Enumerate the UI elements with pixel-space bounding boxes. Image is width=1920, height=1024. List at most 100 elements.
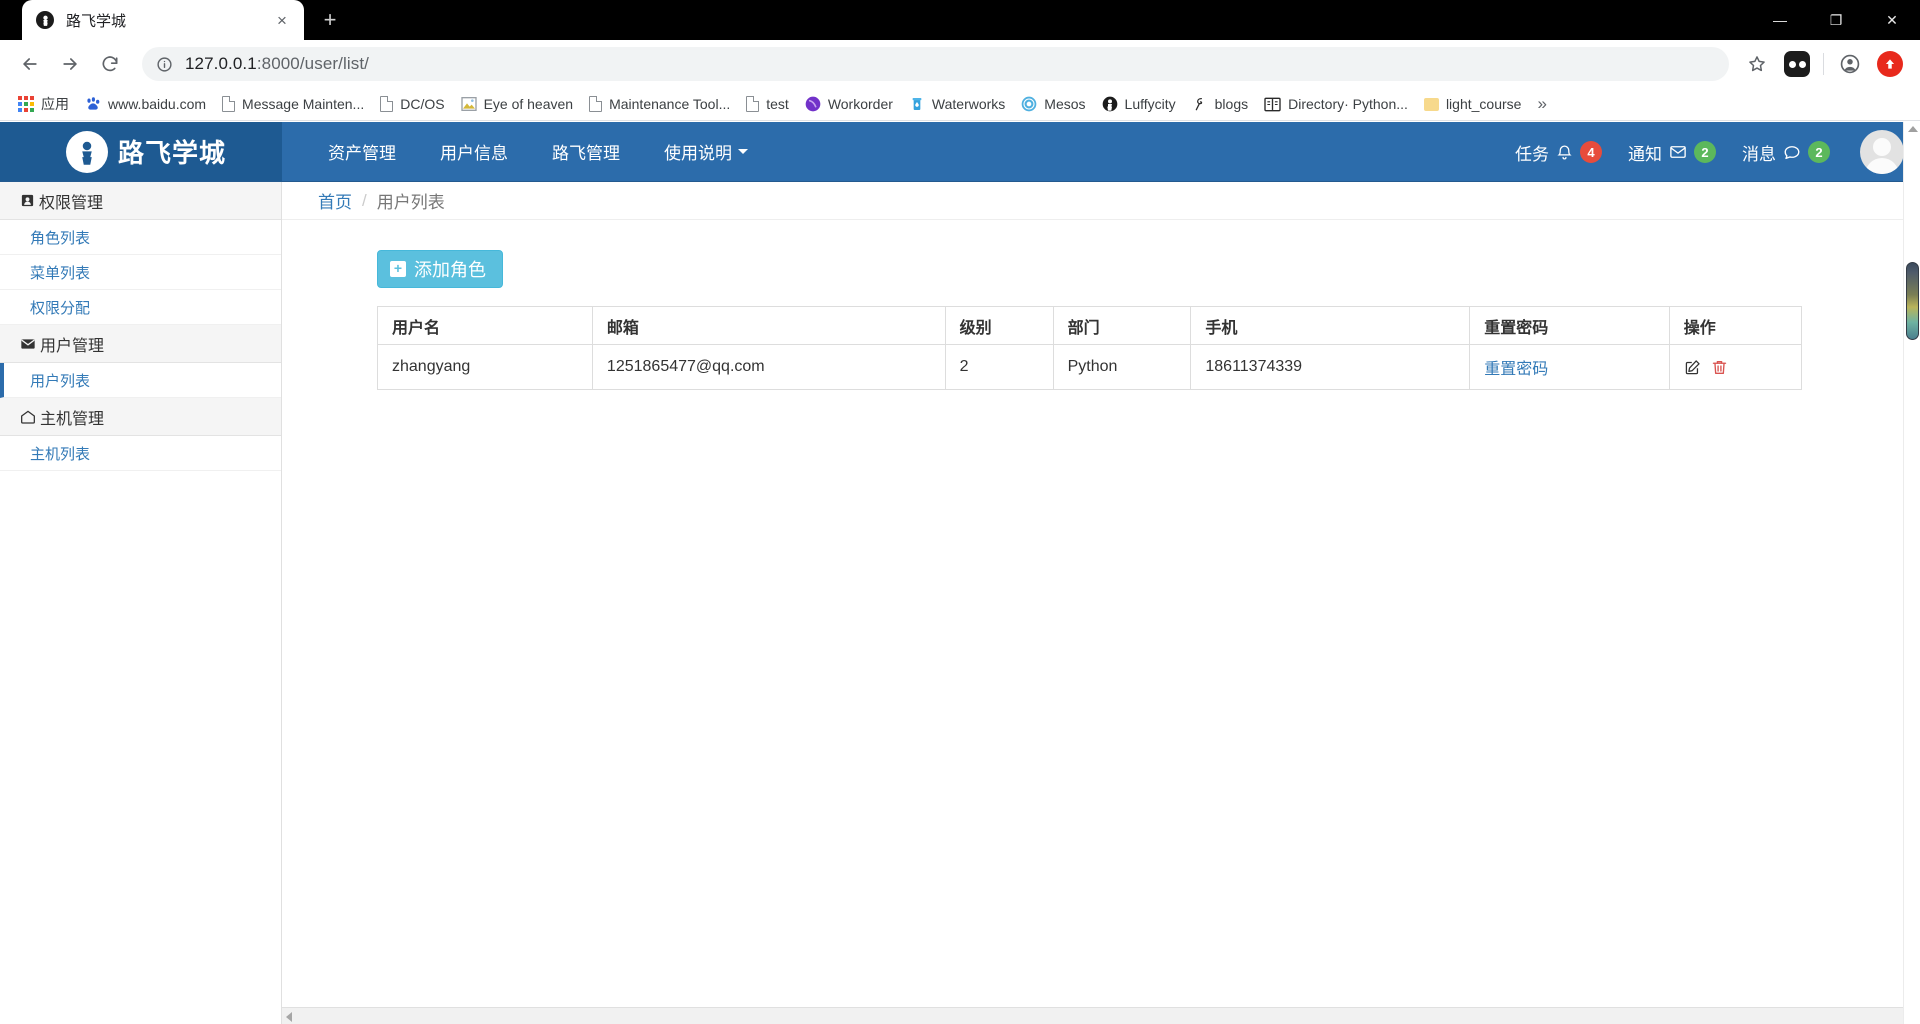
sidebar-group-title: 权限管理 [39, 194, 104, 212]
nav-link-luffy-manage[interactable]: 路飞管理 [530, 122, 642, 181]
profile-icon[interactable] [1830, 44, 1870, 84]
mesos-icon [1021, 96, 1037, 112]
page-body: 权限管理 角色列表 菜单列表 权限分配 用户管理 用户列表 主机管理 主机列表 … [0, 182, 1920, 1023]
breadcrumb-home[interactable]: 首页 [318, 188, 352, 213]
bookmark-label: Waterworks [931, 96, 1006, 112]
bookmark-light-course[interactable]: light_course [1416, 91, 1530, 117]
edit-icon[interactable] [1684, 359, 1701, 376]
bookmark-waterworks[interactable]: Waterworks [901, 91, 1013, 117]
bookmark-luffycity[interactable]: Luffycity [1094, 91, 1184, 117]
breadcrumb-separator: / [362, 190, 367, 210]
cell-level: 2 [944, 344, 1054, 390]
minimize-button[interactable]: — [1752, 0, 1808, 40]
nav-link-label: 使用说明 [664, 144, 732, 163]
close-window-button[interactable]: ✕ [1864, 0, 1920, 40]
bookmark-directory-python[interactable]: Directory· Python... [1256, 91, 1416, 117]
bookmark-apps[interactable]: 应用 [10, 91, 77, 117]
nav-link-user-info[interactable]: 用户信息 [418, 122, 530, 181]
column-reset-password: 重置密码 [1469, 306, 1670, 345]
brand-name: 路飞学城 [118, 138, 227, 168]
address-bar[interactable]: 127.0.0.1:8000/user/list/ [142, 47, 1729, 81]
add-role-button[interactable]: + 添加角色 [377, 250, 503, 288]
navbar-right: 任务 4 通知 2 消息 2 [1515, 122, 1904, 182]
update-icon[interactable] [1870, 44, 1910, 84]
toolbar-divider [1823, 53, 1824, 75]
cell-reset-password: 重置密码 [1469, 344, 1670, 390]
scroll-up-icon[interactable] [1908, 126, 1918, 132]
nav-notifications-label: 通知 [1628, 144, 1662, 164]
bookmarks-bar: 应用 www.baidu.com Message Mainten... DC/O… [0, 88, 1920, 121]
browser-window: 路飞学城 × + — ❐ ✕ 127.0.0.1:8000/user/list/ [0, 0, 1920, 1024]
nav-link-instructions[interactable]: 使用说明 [642, 122, 770, 181]
sidebar-group-host-management[interactable]: 主机管理 [0, 398, 281, 436]
luffy-icon [36, 11, 54, 29]
sidebar: 权限管理 角色列表 菜单列表 权限分配 用户管理 用户列表 主机管理 主机列表 [0, 182, 282, 1023]
nav-link-assets[interactable]: 资产管理 [306, 122, 418, 181]
nav-notifications[interactable]: 通知 2 [1628, 140, 1716, 165]
add-role-label: 添加角色 [414, 260, 486, 280]
content-inner: + 添加角色 用户名 邮箱 级别 部门 手机 重置密码 操作 zhangyang… [282, 220, 1920, 390]
workorder-icon [805, 96, 821, 112]
avatar[interactable] [1860, 130, 1904, 174]
browser-tab[interactable]: 路飞学城 × [22, 0, 304, 40]
cell-actions [1668, 344, 1803, 390]
bookmark-workorder[interactable]: Workorder [797, 91, 901, 117]
sidebar-group-user-management[interactable]: 用户管理 [0, 325, 281, 363]
breadcrumb: 首页 / 用户列表 [282, 182, 1920, 220]
bookmark-baidu[interactable]: www.baidu.com [77, 91, 214, 117]
luffy-icon [66, 130, 108, 173]
nav-notifications-badge: 2 [1694, 141, 1716, 163]
back-button[interactable] [10, 44, 50, 84]
reset-password-link[interactable]: 重置密码 [1484, 361, 1548, 378]
horizontal-scrollbar[interactable] [282, 1007, 1903, 1024]
vertical-scrollbar-thumb[interactable] [1906, 262, 1919, 340]
tab-title: 路飞学城 [66, 12, 127, 30]
close-icon[interactable]: × [270, 8, 294, 32]
new-tab-button[interactable]: + [312, 2, 348, 38]
star-icon[interactable] [1737, 44, 1777, 84]
scroll-left-icon[interactable] [286, 1012, 292, 1022]
reload-button[interactable] [90, 44, 130, 84]
maximize-button[interactable]: ❐ [1808, 0, 1864, 40]
id-card-icon [20, 193, 35, 208]
document-icon [222, 96, 236, 112]
browser-titlebar: 路飞学城 × + — ❐ ✕ [0, 0, 1920, 40]
sidebar-group-permissions[interactable]: 权限管理 [0, 182, 281, 220]
forward-button[interactable] [50, 44, 90, 84]
brand-logo-area[interactable]: 路飞学城 [0, 122, 282, 181]
sidebar-item-menu-list[interactable]: 菜单列表 [0, 255, 281, 290]
bookmark-message-maintenance[interactable]: Message Mainten... [214, 91, 372, 117]
bookmark-test[interactable]: test [738, 91, 797, 117]
folder-icon [1423, 97, 1439, 111]
cell-username: zhangyang [377, 344, 593, 390]
bookmark-mesos[interactable]: Mesos [1013, 91, 1093, 117]
bookmark-maintenance-tool[interactable]: Maintenance Tool... [581, 91, 738, 117]
window-controls: — ❐ ✕ [1752, 0, 1920, 40]
document-icon [380, 96, 394, 112]
sidebar-item-role-list[interactable]: 角色列表 [0, 220, 281, 255]
nav-tasks[interactable]: 任务 4 [1515, 140, 1602, 165]
main-content: 首页 / 用户列表 + 添加角色 用户名 邮箱 级别 部门 手机 重置密码 操作… [282, 182, 1920, 1023]
sidebar-item-label: 用户列表 [30, 372, 91, 390]
bookmark-blogs[interactable]: blogs [1184, 91, 1256, 117]
trash-icon[interactable] [1711, 359, 1728, 376]
extension-icon[interactable] [1777, 44, 1817, 84]
bookmark-label: Directory· Python... [1288, 96, 1408, 112]
column-phone: 手机 [1190, 306, 1471, 345]
bookmarks-overflow-button[interactable]: » [1529, 94, 1554, 114]
bookmark-label: test [766, 96, 789, 112]
bookmark-eye-of-heaven[interactable]: Eye of heaven [453, 91, 582, 117]
bookmark-dcos[interactable]: DC/OS [372, 91, 452, 117]
sidebar-item-user-list[interactable]: 用户列表 [0, 363, 281, 398]
user-table: 用户名 邮箱 级别 部门 手机 重置密码 操作 zhangyang 125186… [377, 306, 1803, 390]
bookmark-label: 应用 [41, 96, 69, 112]
bookmark-label: Luffycity [1124, 96, 1176, 112]
vertical-scrollbar[interactable] [1903, 122, 1920, 1024]
info-icon[interactable] [156, 56, 173, 73]
sidebar-item-label: 角色列表 [30, 229, 91, 247]
sidebar-item-host-list[interactable]: 主机列表 [0, 436, 281, 471]
bookmark-label: Message Mainten... [242, 96, 365, 112]
sidebar-item-permission-assign[interactable]: 权限分配 [0, 290, 281, 325]
envelope-open-icon [20, 409, 36, 425]
nav-messages[interactable]: 消息 2 [1742, 140, 1830, 165]
